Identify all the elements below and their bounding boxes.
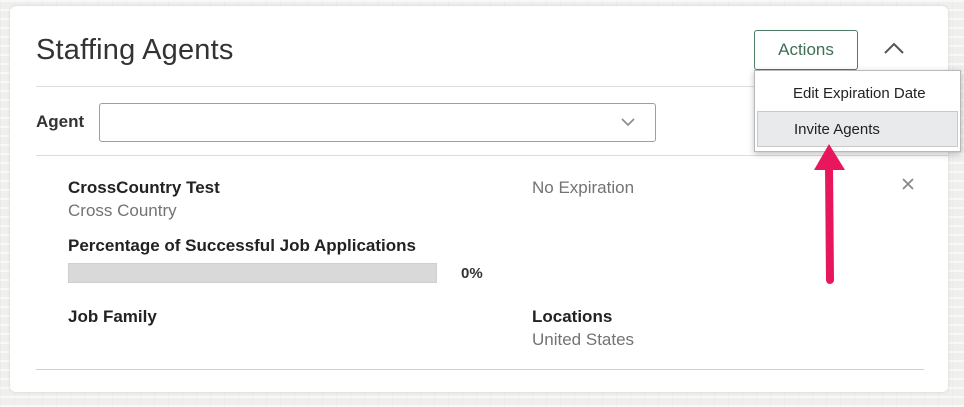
locations-value: United States bbox=[532, 330, 635, 349]
menu-item-edit-expiration-date[interactable]: Edit Expiration Date bbox=[757, 75, 958, 111]
menu-item-label: Invite Agents bbox=[794, 120, 880, 138]
agent-select[interactable] bbox=[99, 103, 656, 142]
menu-item-invite-agents[interactable]: Invite Agents bbox=[757, 111, 958, 147]
actions-button-label: Actions bbox=[778, 40, 834, 59]
menu-item-label: Edit Expiration Date bbox=[793, 84, 926, 102]
close-icon[interactable] bbox=[901, 177, 915, 191]
agent-expiration: No Expiration bbox=[532, 178, 635, 197]
job-family-label: Job Family bbox=[68, 307, 157, 326]
chevron-down-icon bbox=[621, 118, 635, 127]
chevron-up-icon[interactable] bbox=[882, 38, 906, 58]
success-rate-label: Percentage of Successful Job Application… bbox=[68, 236, 416, 255]
actions-dropdown-menu: Edit Expiration Date Invite Agents bbox=[754, 70, 961, 152]
agent-company: Cross Country bbox=[68, 201, 177, 220]
staffing-agents-panel: Staffing Agents Actions Agent CrossCount… bbox=[10, 6, 948, 392]
agent-name: CrossCountry Test bbox=[68, 178, 220, 197]
actions-button[interactable]: Actions bbox=[754, 30, 858, 70]
divider bbox=[36, 369, 924, 370]
success-rate-percent: 0% bbox=[461, 265, 483, 282]
locations-label: Locations bbox=[532, 307, 613, 326]
arrow-up-icon bbox=[814, 144, 845, 284]
page-title: Staffing Agents bbox=[36, 34, 234, 66]
success-rate-progress-bar bbox=[68, 263, 437, 283]
agent-label: Agent bbox=[36, 112, 85, 131]
